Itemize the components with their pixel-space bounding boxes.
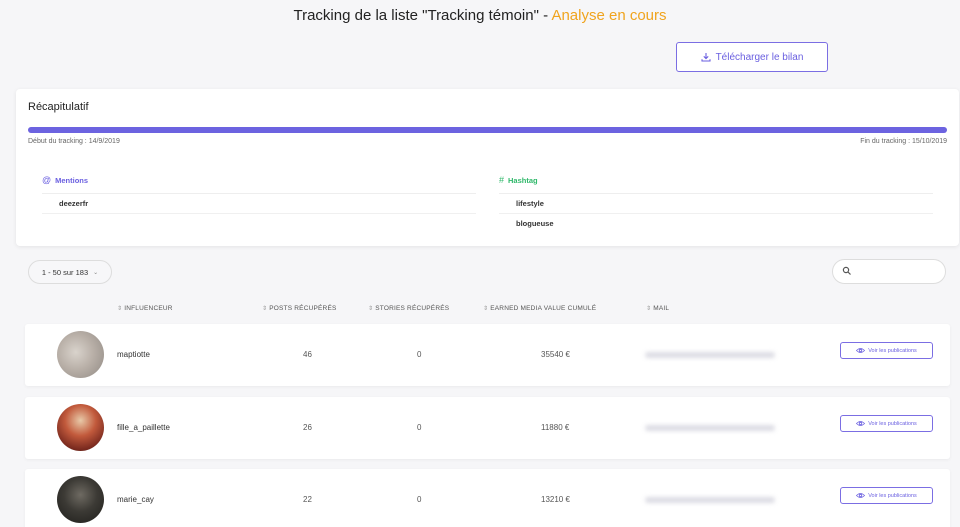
- column-header-posts[interactable]: ⇕ POSTS RÉCUPÉRÉS: [262, 305, 337, 312]
- download-report-label: Télécharger le bilan: [715, 51, 804, 63]
- tracking-progress-fill: [28, 127, 947, 133]
- view-publications-label: Voir les publications: [868, 420, 917, 427]
- column-header-emv[interactable]: ⇕ EARNED MEDIA VALUE CUMULÉ: [483, 305, 596, 312]
- column-header-label: MAIL: [653, 305, 670, 312]
- view-publications-label: Voir les publications: [868, 347, 917, 354]
- table-row: fille_a_paillette 26 0 11880 € Voir les …: [25, 397, 950, 459]
- mail-redacted: [645, 497, 775, 503]
- search-icon: [842, 266, 851, 275]
- summary-card: Récapitulatif Début du tracking : 14/9/2…: [16, 89, 959, 246]
- column-header-mail[interactable]: ⇕ MAIL: [646, 305, 669, 312]
- hash-icon: #: [499, 175, 505, 185]
- sort-icon: ⇕: [368, 306, 374, 312]
- hashtag-column: # Hashtag lifestyle blogueuse: [499, 175, 933, 233]
- chevron-down-icon: ⌄: [93, 269, 99, 276]
- column-header-label: EARNED MEDIA VALUE CUMULÉ: [490, 305, 597, 312]
- pagination-select[interactable]: 1 - 50 sur 183 ⌄: [28, 260, 112, 284]
- hashtag-header: # Hashtag: [499, 175, 933, 194]
- influencer-name: fille_a_paillette: [117, 423, 170, 432]
- column-header-label: INFLUENCEUR: [124, 305, 173, 312]
- column-header-label: STORIES RÉCUPÉRÉS: [375, 305, 450, 312]
- stories-count: 0: [417, 350, 422, 359]
- stories-count: 0: [417, 423, 422, 432]
- tracking-start-date: Début du tracking : 14/9/2019: [28, 138, 120, 145]
- tracking-end-date: Fin du tracking : 15/10/2019: [860, 138, 947, 145]
- summary-title: Récapitulatif: [28, 101, 89, 113]
- sort-icon: ⇕: [262, 306, 268, 312]
- avatar: [57, 404, 104, 451]
- download-icon: [701, 53, 711, 62]
- posts-count: 46: [303, 350, 312, 359]
- emv-value: 13210 €: [541, 495, 570, 504]
- page-title-text: Tracking de la liste "Tracking témoin" -: [293, 7, 549, 24]
- column-header-label: POSTS RÉCUPÉRÉS: [269, 305, 337, 312]
- table-row: marie_cay 22 0 13210 € Voir les publicat…: [25, 469, 950, 527]
- stories-count: 0: [417, 495, 422, 504]
- hashtag-item: lifestyle: [499, 194, 933, 214]
- mail-redacted: [645, 352, 775, 358]
- search-box: [832, 259, 946, 284]
- column-header-stories[interactable]: ⇕ STORIES RÉCUPÉRÉS: [368, 305, 449, 312]
- view-publications-button[interactable]: Voir les publications: [840, 415, 933, 432]
- pagination-label: 1 - 50 sur 183: [41, 267, 89, 277]
- view-publications-label: Voir les publications: [868, 492, 917, 499]
- influencer-name: marie_cay: [117, 495, 154, 504]
- page-title: Tracking de la liste "Tracking témoin" -…: [0, 7, 960, 24]
- mentions-column: @ Mentions deezerfr: [42, 175, 476, 214]
- download-report-button[interactable]: Télécharger le bilan: [676, 42, 828, 72]
- sort-icon: ⇕: [646, 306, 652, 312]
- emv-value: 11880 €: [541, 423, 570, 432]
- at-icon: @: [42, 175, 52, 185]
- column-header-influencer[interactable]: ⇕ INFLUENCEUR: [117, 305, 173, 312]
- analysis-status: Analyse en cours: [551, 7, 667, 24]
- view-publications-button[interactable]: Voir les publications: [840, 342, 933, 359]
- eye-icon: [856, 348, 866, 353]
- avatar: [57, 476, 104, 523]
- eye-icon: [856, 421, 866, 426]
- influencer-name: maptiotte: [117, 350, 150, 359]
- search-input[interactable]: [855, 264, 939, 280]
- posts-count: 22: [303, 495, 312, 504]
- sort-icon: ⇕: [117, 306, 123, 312]
- posts-count: 26: [303, 423, 312, 432]
- view-publications-button[interactable]: Voir les publications: [840, 487, 933, 504]
- sort-icon: ⇕: [483, 306, 489, 312]
- table-row: maptiotte 46 0 35540 € Voir les publicat…: [25, 324, 950, 386]
- avatar: [57, 331, 104, 378]
- emv-value: 35540 €: [541, 350, 570, 359]
- hashtag-item: blogueuse: [516, 219, 554, 228]
- eye-icon: [856, 493, 866, 498]
- mention-item: deezerfr: [42, 194, 476, 214]
- hashtag-label: Hashtag: [508, 175, 538, 185]
- mail-redacted: [645, 425, 775, 431]
- mentions-label: Mentions: [55, 175, 89, 185]
- tracking-progress-bar: [28, 127, 947, 133]
- mentions-header: @ Mentions: [42, 175, 476, 194]
